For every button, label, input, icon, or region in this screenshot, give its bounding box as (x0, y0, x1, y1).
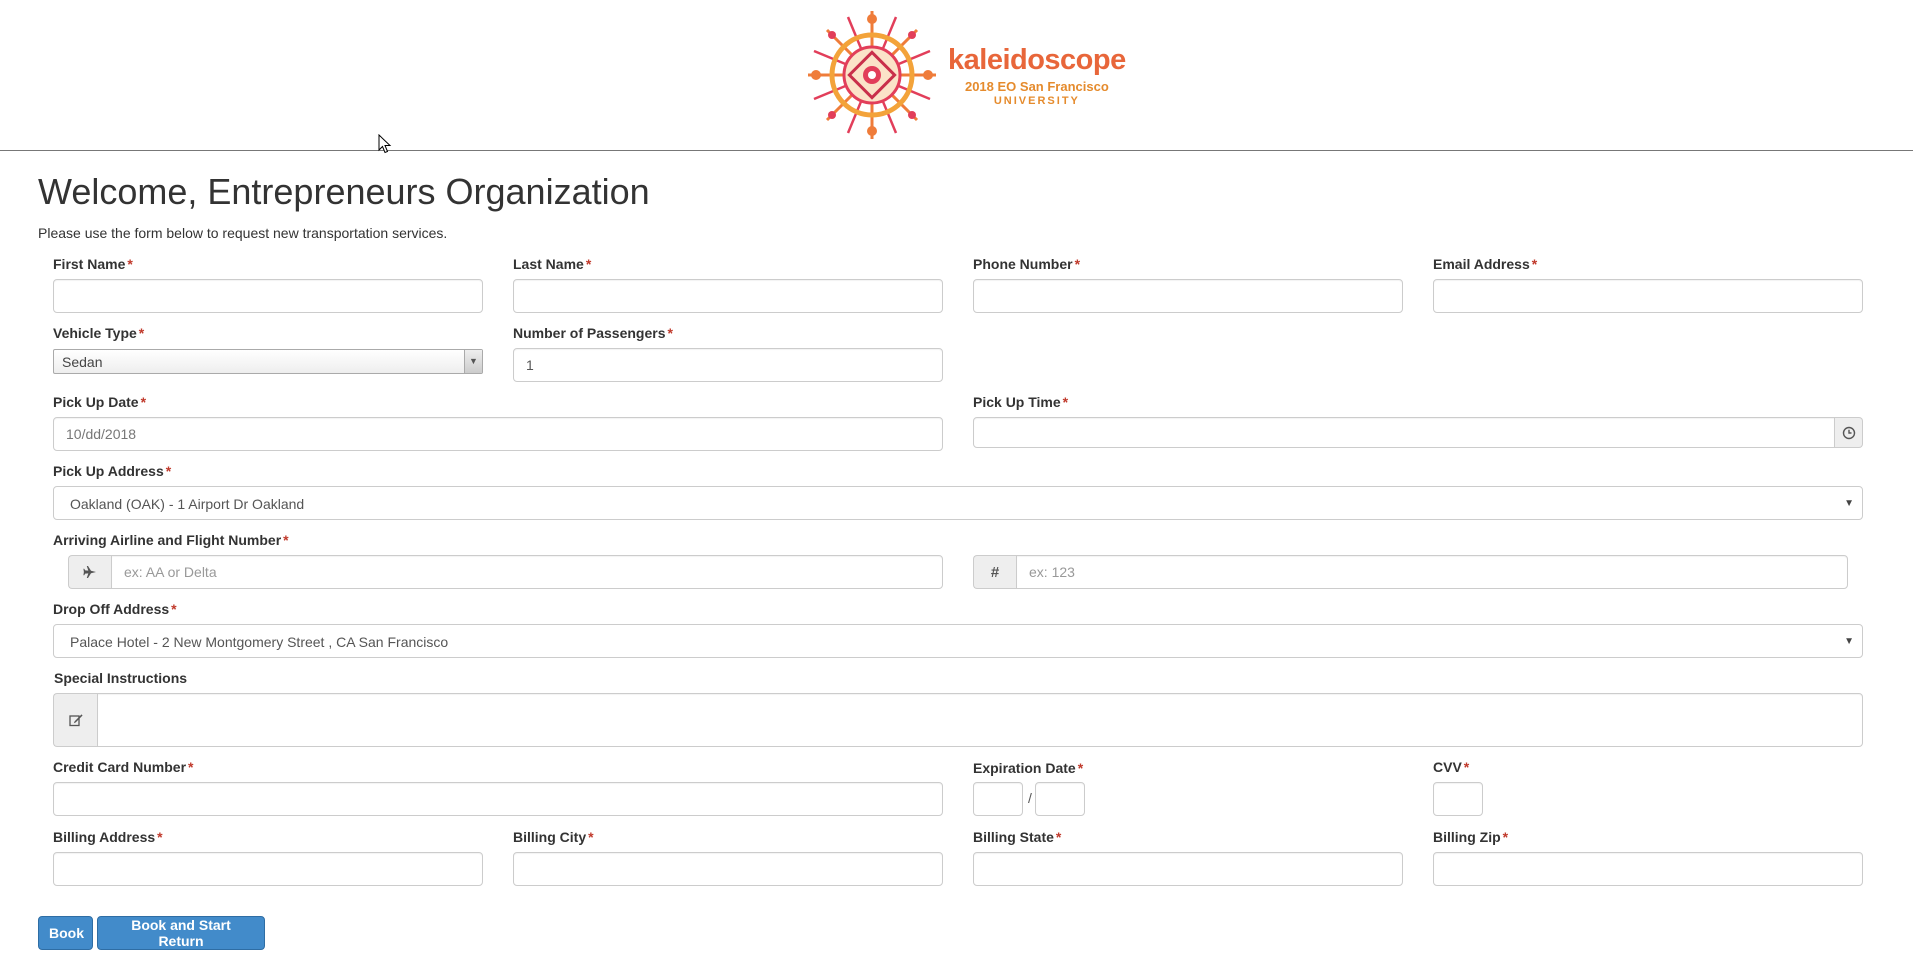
first-name-input[interactable] (53, 279, 483, 313)
edit-icon (53, 693, 97, 747)
passengers-input[interactable] (513, 348, 943, 382)
book-button[interactable]: Book (38, 916, 93, 950)
pickup-address-select[interactable]: Oakland (OAK) - 1 Airport Dr Oakland ▼ (53, 486, 1863, 520)
airline-input[interactable] (111, 555, 943, 589)
phone-number-input[interactable] (973, 279, 1403, 313)
expiration-date-label: Expiration Date * (973, 760, 1084, 776)
pickup-address-value: Oakland (OAK) - 1 Airport Dr Oakland (70, 496, 305, 512)
dropoff-address-select[interactable]: Palace Hotel - 2 New Montgomery Street ,… (53, 624, 1863, 658)
pickup-date-input[interactable] (53, 417, 943, 451)
first-name-label: First Name * (53, 256, 133, 272)
pickup-date-label: Pick Up Date * (53, 394, 147, 410)
card-number-label: Credit Card Number * (53, 759, 194, 775)
pickup-time-input[interactable] (973, 417, 1835, 448)
billing-address-input[interactable] (53, 852, 483, 886)
billing-state-input[interactable] (973, 852, 1403, 886)
kaleidoscope-logo: kaleidoscope 2018 EO San Francisco UNIVE… (804, 8, 1126, 142)
last-name-input[interactable] (513, 279, 943, 313)
pickup-time-label: Pick Up Time * (973, 394, 1069, 410)
logo-title: kaleidoscope (948, 44, 1126, 76)
billing-state-label: Billing State * (973, 829, 1062, 845)
airplane-icon (68, 555, 111, 589)
expiration-year-input[interactable] (1035, 782, 1085, 816)
page-header: kaleidoscope 2018 EO San Francisco UNIVE… (0, 0, 1913, 151)
mouse-cursor-icon (378, 134, 392, 154)
email-address-input[interactable] (1433, 279, 1863, 313)
email-address-label: Email Address * (1433, 256, 1538, 272)
caret-down-icon: ▼ (1844, 498, 1854, 509)
special-instructions-label: Special Instructions (54, 670, 188, 686)
card-number-input[interactable] (53, 782, 943, 816)
passengers-label: Number of Passengers * (513, 325, 673, 341)
special-instructions-input[interactable] (97, 693, 1863, 747)
logo-tagline: UNIVERSITY (993, 94, 1080, 107)
hash-icon: # (973, 555, 1016, 589)
book-and-start-return-button[interactable]: Book and Start Return (97, 916, 265, 950)
billing-zip-label: Billing Zip * (1433, 829, 1509, 845)
page-title: Welcome, Entrepreneurs Organization (38, 171, 650, 212)
vehicle-type-value: Sedan (62, 354, 103, 370)
dropoff-address-value: Palace Hotel - 2 New Montgomery Street ,… (70, 634, 449, 650)
chevron-down-icon[interactable]: ▼ (464, 350, 482, 373)
pickup-address-label: Pick Up Address * (53, 463, 172, 479)
billing-city-input[interactable] (513, 852, 943, 886)
billing-city-label: Billing City * (513, 829, 594, 845)
flight-label: Arriving Airline and Flight Number * (53, 532, 289, 548)
dropoff-address-label: Drop Off Address * (53, 601, 177, 617)
page-intro: Please use the form below to request new… (38, 225, 448, 241)
cvv-input[interactable] (1433, 782, 1483, 816)
expiration-month-input[interactable] (973, 782, 1023, 816)
flight-number-input[interactable] (1016, 555, 1848, 589)
vehicle-type-label: Vehicle Type * (53, 325, 145, 341)
expiration-separator: / (1028, 790, 1032, 806)
caret-down-icon: ▼ (1844, 636, 1854, 647)
vehicle-type-select[interactable]: Sedan ▼ (53, 349, 483, 374)
cvv-label: CVV * (1433, 759, 1470, 775)
billing-address-label: Billing Address * (53, 829, 163, 845)
last-name-label: Last Name * (513, 256, 592, 272)
phone-number-label: Phone Number * (973, 256, 1081, 272)
billing-zip-input[interactable] (1433, 852, 1863, 886)
kaleidoscope-emblem-icon (808, 11, 936, 139)
logo-subtitle: 2018 EO San Francisco (964, 79, 1109, 94)
clock-icon[interactable] (1835, 417, 1863, 448)
logo-text: kaleidoscope 2018 EO San Francisco UNIVE… (948, 46, 1126, 107)
